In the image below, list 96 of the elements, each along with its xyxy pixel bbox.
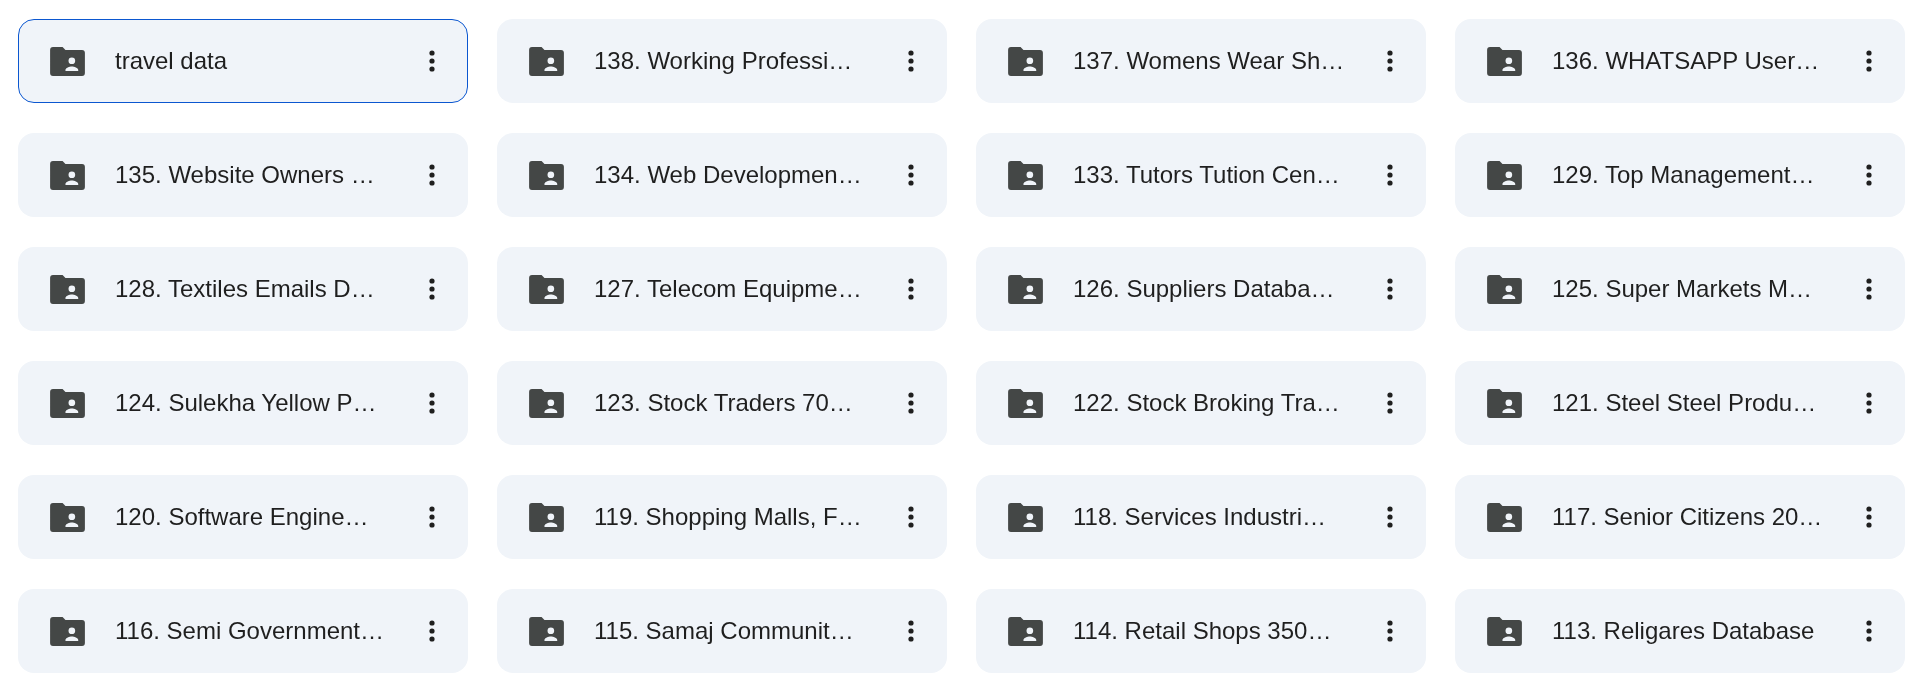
three-dots-icon <box>1387 50 1393 72</box>
folder-card[interactable]: 128. Textiles Emails D… <box>18 247 468 331</box>
three-dots-icon <box>1387 392 1393 414</box>
folder-name: 115. Samaj Communit… <box>594 617 855 645</box>
folder-name: travel data <box>115 47 229 75</box>
shared-folder-icon <box>1008 616 1043 646</box>
shared-folder-icon <box>529 46 564 76</box>
three-dots-icon <box>1387 506 1393 528</box>
folder-name: 137. Womens Wear Sh… <box>1073 47 1346 75</box>
folder-name: 128. Textiles Emails D… <box>115 275 376 303</box>
three-dots-icon <box>908 278 914 300</box>
three-dots-icon <box>429 164 435 186</box>
shared-folder-icon <box>50 502 85 532</box>
folder-card[interactable]: 118. Services Industri… <box>976 475 1426 559</box>
shared-folder-icon <box>529 274 564 304</box>
folder-name: 121. Steel Steel Produ… <box>1552 389 1818 417</box>
folder-name: 116. Semi Government… <box>115 617 385 645</box>
three-dots-icon <box>1866 392 1872 414</box>
three-dots-icon <box>908 50 914 72</box>
shared-folder-icon <box>50 46 85 76</box>
shared-folder-icon <box>50 388 85 418</box>
folder-card[interactable]: 120. Software Engine… <box>18 475 468 559</box>
folder-card[interactable]: 119. Shopping Malls, F… <box>497 475 947 559</box>
shared-folder-icon <box>1487 160 1522 190</box>
folder-name: 123. Stock Traders 70… <box>594 389 854 417</box>
three-dots-icon <box>1387 620 1393 642</box>
folder-name: 125. Super Markets M… <box>1552 275 1814 303</box>
three-dots-icon <box>429 278 435 300</box>
shared-folder-icon <box>1487 616 1522 646</box>
shared-folder-icon <box>529 502 564 532</box>
three-dots-icon <box>908 506 914 528</box>
folder-name: 120. Software Engine… <box>115 503 370 531</box>
three-dots-icon <box>1866 50 1872 72</box>
folder-card[interactable]: 117. Senior Citizens 20… <box>1455 475 1905 559</box>
three-dots-icon <box>1866 506 1872 528</box>
three-dots-icon <box>429 50 435 72</box>
shared-folder-icon <box>50 160 85 190</box>
shared-folder-icon <box>1008 502 1043 532</box>
folder-name: 114. Retail Shops 350… <box>1073 617 1333 645</box>
folder-card[interactable]: 122. Stock Broking Tra… <box>976 361 1426 445</box>
folder-name: 117. Senior Citizens 20… <box>1552 503 1824 531</box>
shared-folder-icon <box>1008 274 1043 304</box>
folder-card[interactable]: 137. Womens Wear Sh… <box>976 19 1426 103</box>
folder-name: 138. Working Professi… <box>594 47 854 75</box>
folder-card[interactable]: 133. Tutors Tution Cen… <box>976 133 1426 217</box>
folder-card[interactable]: 113. Religares Database <box>1455 589 1905 673</box>
shared-folder-icon <box>1487 274 1522 304</box>
folder-card[interactable]: 114. Retail Shops 350… <box>976 589 1426 673</box>
folder-name: 127. Telecom Equipme… <box>594 275 863 303</box>
folder-card[interactable]: 115. Samaj Communit… <box>497 589 947 673</box>
folder-name: 124. Sulekha Yellow P… <box>115 389 378 417</box>
shared-folder-icon <box>1008 388 1043 418</box>
three-dots-icon <box>429 506 435 528</box>
folder-card[interactable]: 126. Suppliers Databa… <box>976 247 1426 331</box>
shared-folder-icon <box>529 160 564 190</box>
folder-card[interactable]: 138. Working Professi… <box>497 19 947 103</box>
folder-name: 113. Religares Database <box>1552 617 1816 645</box>
folder-card[interactable]: 127. Telecom Equipme… <box>497 247 947 331</box>
folder-card[interactable]: 123. Stock Traders 70… <box>497 361 947 445</box>
shared-folder-icon <box>529 388 564 418</box>
three-dots-icon <box>908 620 914 642</box>
shared-folder-icon <box>1487 502 1522 532</box>
folder-card[interactable]: 134. Web Developmen… <box>497 133 947 217</box>
folder-card[interactable]: travel data <box>18 19 468 103</box>
folder-name: 119. Shopping Malls, F… <box>594 503 863 531</box>
folder-card[interactable]: 116. Semi Government… <box>18 589 468 673</box>
three-dots-icon <box>908 164 914 186</box>
three-dots-icon <box>1866 278 1872 300</box>
shared-folder-icon <box>1008 160 1043 190</box>
folder-name: 134. Web Developmen… <box>594 161 863 189</box>
folder-name: 136. WHATSAPP User… <box>1552 47 1821 75</box>
folder-card[interactable]: 129. Top Management… <box>1455 133 1905 217</box>
shared-folder-icon <box>50 616 85 646</box>
folder-name: 133. Tutors Tution Cen… <box>1073 161 1341 189</box>
folder-name: 135. Website Owners … <box>115 161 376 189</box>
shared-folder-icon <box>1008 46 1043 76</box>
folder-card[interactable]: 135. Website Owners … <box>18 133 468 217</box>
three-dots-icon <box>1866 620 1872 642</box>
folder-card[interactable]: 125. Super Markets M… <box>1455 247 1905 331</box>
folder-card[interactable]: 136. WHATSAPP User… <box>1455 19 1905 103</box>
shared-folder-icon <box>1487 46 1522 76</box>
three-dots-icon <box>908 392 914 414</box>
folder-name: 118. Services Industri… <box>1073 503 1327 531</box>
three-dots-icon <box>429 620 435 642</box>
shared-folder-icon <box>50 274 85 304</box>
three-dots-icon <box>1387 278 1393 300</box>
shared-folder-icon <box>529 616 564 646</box>
shared-folder-icon <box>1487 388 1522 418</box>
folder-name: 129. Top Management… <box>1552 161 1816 189</box>
folder-card[interactable]: 124. Sulekha Yellow P… <box>18 361 468 445</box>
folder-card[interactable]: 121. Steel Steel Produ… <box>1455 361 1905 445</box>
three-dots-icon <box>429 392 435 414</box>
three-dots-icon <box>1387 164 1393 186</box>
folder-name: 126. Suppliers Databa… <box>1073 275 1336 303</box>
folder-name: 122. Stock Broking Tra… <box>1073 389 1341 417</box>
three-dots-icon <box>1866 164 1872 186</box>
